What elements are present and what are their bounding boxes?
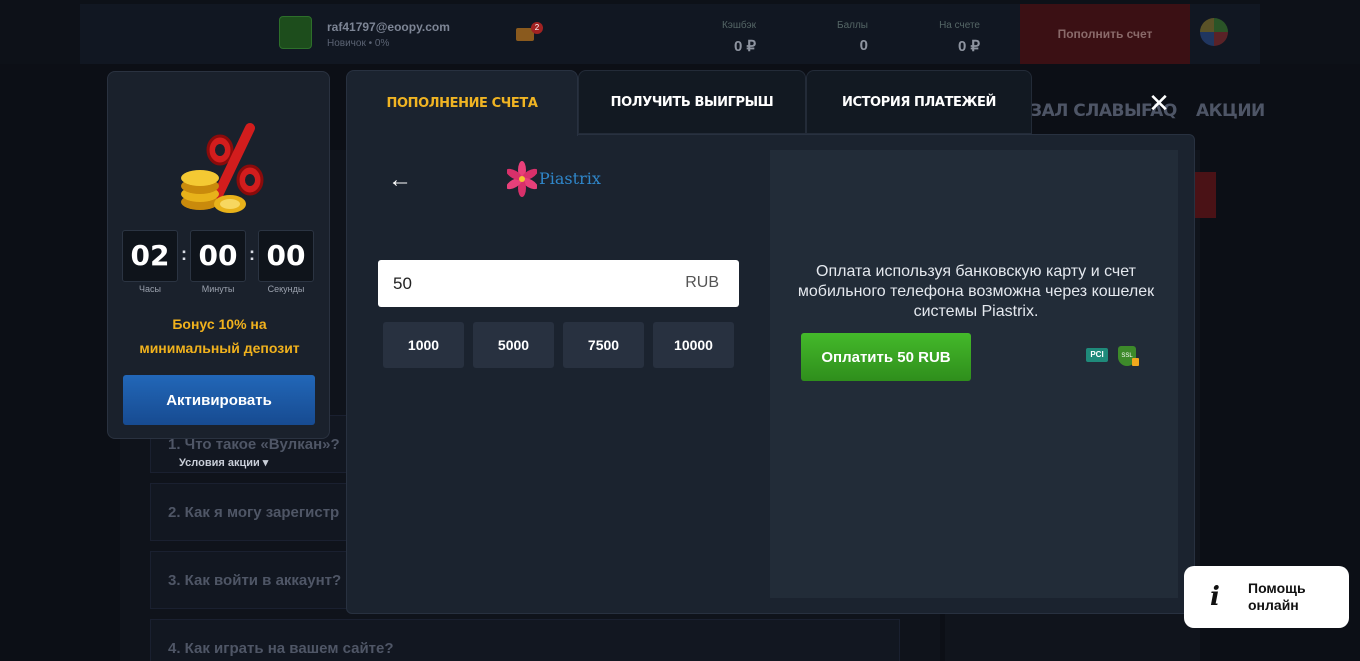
bonus-line-2: минимальный депозит: [139, 340, 300, 356]
fortune-wheel-icon[interactable]: [1200, 18, 1228, 46]
stat-label: Кэшбэк: [721, 20, 756, 31]
lock-icon: [1132, 358, 1139, 366]
amount-input[interactable]: [378, 260, 668, 307]
timer-minutes-label: Минуты: [201, 284, 235, 294]
percent-coins-icon: [181, 123, 264, 213]
pci-icon: PCI: [1086, 348, 1108, 362]
provider-name: Piastrix: [539, 169, 601, 188]
preset-7500-button[interactable]: 7500: [563, 322, 644, 368]
stat-value: 0 ₽: [733, 38, 756, 55]
timer-minutes: 00: [190, 230, 246, 282]
stat-value: 0 ₽: [957, 38, 980, 55]
help-label: Помощь онлайн: [1248, 580, 1306, 613]
bonus-card: 02 : 00 : 00 Часы Минуты Секунды Бонус 1…: [107, 71, 330, 439]
timer-seconds: 00: [258, 230, 314, 282]
nav-promotions[interactable]: АКЦИИ: [1196, 101, 1265, 121]
piastrix-logo: Piastrix: [506, 159, 617, 201]
deposit-button[interactable]: Пополнить счет: [1020, 4, 1190, 64]
timer-separator: :: [181, 244, 187, 264]
preset-5000-button[interactable]: 5000: [473, 322, 554, 368]
help-widget[interactable]: i Помощь онлайн: [1184, 566, 1349, 628]
timer-hours-label: Часы: [139, 284, 161, 294]
user-level: Новичок • 0%: [327, 38, 390, 49]
stat-label: Баллы: [837, 20, 868, 31]
close-icon[interactable]: ✕: [1147, 90, 1171, 116]
avatar[interactable]: [279, 16, 312, 49]
stat-balance: На счете 0 ₽: [920, 20, 980, 55]
tab-payment-history[interactable]: ИСТОРИЯ ПЛАТЕЖЕЙ: [806, 70, 1032, 134]
faq-question[interactable]: 3. Как войти в аккаунт?: [168, 572, 341, 589]
back-arrow-icon[interactable]: ←: [388, 166, 412, 194]
faq-question[interactable]: 4. Как играть на вашем сайте?: [168, 640, 394, 657]
faq-question[interactable]: 2. Как я могу зарегистр: [168, 504, 339, 521]
mail-badge: 2: [531, 22, 543, 34]
amount-currency: RUB: [685, 274, 719, 291]
promo-terms-link[interactable]: Условия акции ▾: [179, 456, 268, 469]
preset-10000-button[interactable]: 10000: [653, 322, 734, 368]
bonus-description: Бонус 10% на минимальный депозит: [108, 312, 331, 360]
activate-button[interactable]: Активировать: [123, 375, 315, 425]
preset-1000-button[interactable]: 1000: [383, 322, 464, 368]
timer-seconds-label: Секунды: [267, 284, 305, 294]
timer-separator: :: [249, 244, 255, 264]
payment-info-text: Оплата используя банковскую карту и счет…: [797, 263, 1155, 320]
pay-button[interactable]: Оплатить 50 RUB: [801, 333, 971, 381]
stat-points: Баллы 0: [820, 20, 868, 54]
info-icon: i: [1210, 582, 1220, 612]
amount-field[interactable]: RUB: [378, 260, 739, 307]
tab-deposit[interactable]: ПОПОЛНЕНИЕ СЧЕТА: [346, 70, 578, 136]
stat-cashback: Кэшбэк 0 ₽: [700, 20, 756, 55]
user-email: raf41797@eoopy.com: [327, 20, 450, 34]
stat-value: 0: [859, 37, 868, 54]
bonus-line-1: Бонус 10% на: [172, 316, 267, 332]
tab-withdraw[interactable]: ПОЛУЧИТЬ ВЫИГРЫШ: [578, 70, 806, 134]
piastrix-flower-icon: [506, 161, 538, 197]
timer-hours: 02: [122, 230, 178, 282]
stat-label: На счете: [939, 20, 980, 31]
payment-modal: ПОПОЛНЕНИЕ СЧЕТА ПОЛУЧИТЬ ВЫИГРЫШ ИСТОРИ…: [346, 70, 1195, 614]
